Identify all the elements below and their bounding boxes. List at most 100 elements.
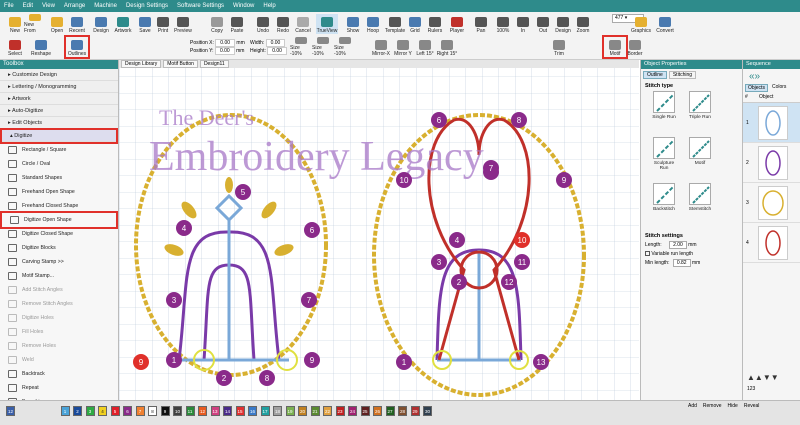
- design-canvas[interactable]: The Deer's Embroidery Legacy 12345678991…: [119, 60, 639, 400]
- toolbox-item-10[interactable]: Add Stitch Angles: [0, 283, 118, 297]
- toolbox-section-1[interactable]: ▸ Lettering / Monogramming: [0, 81, 118, 93]
- length-input[interactable]: 2.00: [669, 241, 687, 249]
- color-swatch[interactable]: 22: [323, 406, 332, 416]
- ribbon-button-15[interactable]: Show: [342, 14, 364, 34]
- toolbox-item-3[interactable]: Freehand Open Shape: [0, 185, 118, 199]
- color-swatch[interactable]: 13: [210, 406, 220, 416]
- color-swatch[interactable]: 1: [60, 406, 70, 416]
- color-swatch[interactable]: 20: [298, 406, 307, 416]
- ribbon-button-16[interactable]: Hoop: [362, 14, 384, 34]
- color-swatch[interactable]: 26: [373, 406, 382, 416]
- color-swatch[interactable]: 8: [148, 406, 157, 416]
- ribbon-button-20[interactable]: Player: [446, 14, 468, 34]
- color-swatch[interactable]: 9: [160, 406, 170, 416]
- menu-window[interactable]: Window: [233, 3, 254, 9]
- ribbon-button-12[interactable]: Redo: [272, 14, 294, 34]
- menu-machine[interactable]: Machine: [94, 3, 117, 9]
- stitch-type-4[interactable]: Backstitch: [649, 183, 679, 221]
- menu-file[interactable]: File: [4, 3, 14, 9]
- color-swatch[interactable]: 18: [273, 406, 282, 416]
- transform-button-0[interactable]: Size -10%: [290, 37, 312, 57]
- toolbox-item-4[interactable]: Freehand Closed Shape: [0, 199, 118, 213]
- color-swatch[interactable]: 12: [198, 406, 207, 416]
- toolbox-item-12[interactable]: Digitize Holes: [0, 311, 118, 325]
- toolbox-item-6[interactable]: Digitize Closed Shape: [0, 227, 118, 241]
- sequence-nav-arrows[interactable]: «»: [743, 69, 800, 84]
- color-swatch[interactable]: 5: [110, 406, 120, 416]
- sequence-action-3[interactable]: Reveal: [744, 403, 760, 409]
- color-swatch[interactable]: 17: [260, 406, 270, 416]
- color-swatch[interactable]: 15: [235, 406, 245, 416]
- color-swatch[interactable]: 30: [423, 406, 432, 416]
- menu-help[interactable]: Help: [263, 3, 275, 9]
- sequence-row[interactable]: 1: [743, 103, 800, 143]
- color-swatch[interactable]: 27: [385, 406, 395, 416]
- transform-button-2[interactable]: Size -10%: [334, 37, 356, 57]
- color-swatch[interactable]: 11: [185, 406, 195, 416]
- toolbox-item-8[interactable]: Carving Stamp >>: [0, 255, 118, 269]
- sequence-action-2[interactable]: Hide: [728, 403, 738, 409]
- menu-view[interactable]: View: [42, 3, 55, 9]
- ribbon-button-4[interactable]: Design: [90, 14, 112, 34]
- transform-button-3[interactable]: Mirror-X: [370, 37, 392, 57]
- sequence-row[interactable]: 4: [743, 223, 800, 263]
- color-swatch[interactable]: 6: [123, 406, 132, 416]
- ribbon-bottom-button-1[interactable]: Reshape: [30, 37, 52, 57]
- tab-colors[interactable]: Colors: [770, 84, 788, 92]
- ribbon-button-3[interactable]: Recent: [66, 14, 88, 34]
- color-swatch[interactable]: 2: [73, 406, 82, 416]
- height-value[interactable]: 0.00: [267, 47, 287, 55]
- toolbox-item-0[interactable]: Rectangle / Square: [0, 143, 118, 157]
- tab-stitching[interactable]: Stitching: [668, 71, 697, 79]
- toolbox-item-11[interactable]: Remove Stitch Angles: [0, 297, 118, 311]
- ribbon-button-19[interactable]: Rulers: [424, 14, 446, 34]
- doc-tab-2[interactable]: Design11: [199, 60, 229, 68]
- color-swatch[interactable]: 3: [85, 406, 95, 416]
- min-length-input[interactable]: 0.82: [672, 259, 691, 267]
- transform-button-1[interactable]: Size -10%: [312, 37, 334, 57]
- ribbon-button-7[interactable]: Print: [152, 14, 174, 34]
- sequence-move-arrows[interactable]: ▲▲▼▼: [747, 373, 779, 382]
- toolbox-item-16[interactable]: Backtrack: [0, 367, 118, 381]
- ribbon-button-27[interactable]: Graphics: [630, 14, 652, 34]
- toolbox-item-5[interactable]: Digitize Open Shape: [0, 211, 118, 229]
- transform-button-4[interactable]: Mirror Y: [392, 37, 414, 57]
- stitch-type-2[interactable]: Sculpture Run: [649, 137, 679, 175]
- color-swatch[interactable]: 24: [348, 406, 357, 416]
- toolbox-item-17[interactable]: Repeat: [0, 381, 118, 395]
- toolbox-section-2[interactable]: ▸ Artwork: [0, 93, 118, 105]
- color-swatch[interactable]: 7: [135, 406, 145, 416]
- stitch-type-3[interactable]: Motif: [685, 137, 715, 175]
- ribbon-button-2[interactable]: Open: [46, 14, 68, 34]
- color-swatch[interactable]: 29: [410, 406, 420, 416]
- sequence-action-0[interactable]: Add: [688, 403, 697, 409]
- color-swatch[interactable]: 21: [310, 406, 320, 416]
- ribbon-button-14[interactable]: TrueView: [316, 14, 338, 34]
- doc-tab-0[interactable]: Design Library: [121, 60, 162, 68]
- transform-button-6[interactable]: Right 15°: [436, 37, 458, 57]
- color-swatch[interactable]: 28: [398, 406, 407, 416]
- width-value[interactable]: 0.00: [265, 39, 286, 47]
- position-x-value[interactable]: 0.00: [215, 39, 236, 47]
- ribbon-button-5[interactable]: Artwork: [112, 14, 134, 34]
- ribbon-button-0[interactable]: New: [4, 14, 26, 34]
- stitch-type-0[interactable]: Single Run: [649, 91, 679, 129]
- color-swatch[interactable]: 25: [360, 406, 370, 416]
- ribbon-button-28[interactable]: Convert: [654, 14, 676, 34]
- toolbox-item-14[interactable]: Remove Holes: [0, 339, 118, 353]
- sequence-action-1[interactable]: Remove: [703, 403, 722, 409]
- toolbox-item-2[interactable]: Standard Shapes: [0, 171, 118, 185]
- tab-outline[interactable]: Outline: [643, 71, 667, 79]
- ribbon-button-18[interactable]: Grid: [404, 14, 426, 34]
- color-swatch[interactable]: 16: [248, 406, 257, 416]
- transform-button-9[interactable]: Border: [624, 37, 646, 57]
- color-swatch[interactable]: 23: [335, 406, 345, 416]
- stitch-type-5[interactable]: Stemstitch: [685, 183, 715, 221]
- toolbox-item-13[interactable]: Fill Holes: [0, 325, 118, 339]
- toolbox-section-0[interactable]: ▸ Customize Design: [0, 69, 118, 81]
- ribbon-button-26[interactable]: Zoom: [572, 14, 594, 34]
- ribbon-button-23[interactable]: In: [512, 14, 534, 34]
- color-swatch[interactable]: 19: [285, 406, 295, 416]
- ribbon-button-9[interactable]: Copy: [206, 14, 228, 34]
- ribbon-bottom-button-2[interactable]: Outlines: [64, 35, 90, 59]
